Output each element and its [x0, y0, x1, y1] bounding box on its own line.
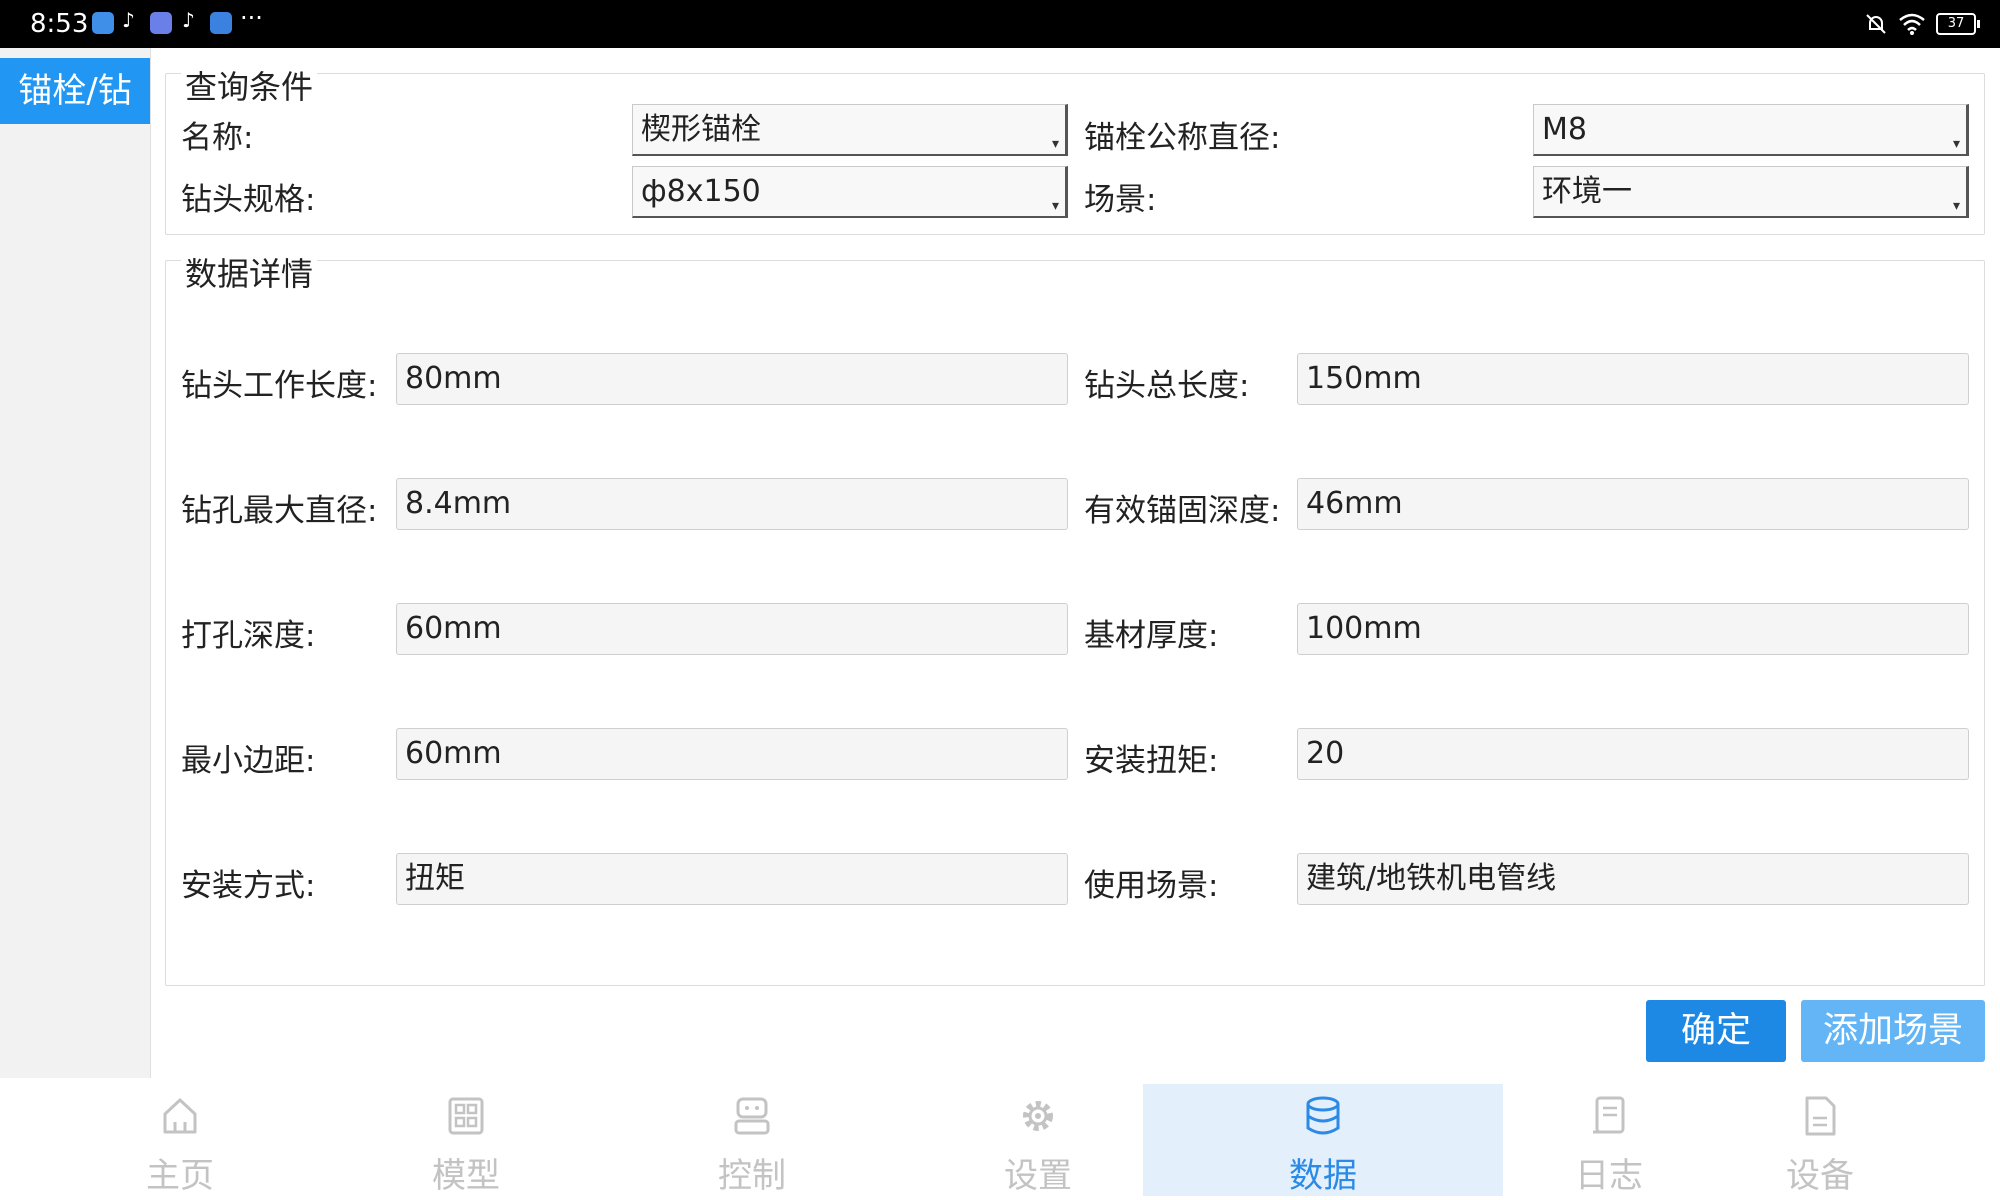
- wifi-icon: [1899, 13, 1925, 35]
- detail-value-field: 建筑/地铁机电管线: [1297, 853, 1969, 905]
- detail-label: 有效锚固深度:: [1084, 493, 1281, 529]
- detail-value-field: 80mm: [396, 353, 1068, 405]
- detail-value-field: 150mm: [1297, 353, 1969, 405]
- query-conditions-title: 查询条件: [181, 62, 318, 108]
- detail-label: 打孔深度:: [181, 618, 316, 654]
- name-select-value: 楔形锚栓: [641, 112, 761, 147]
- dropdown-arrow-icon: ▾: [1952, 198, 1960, 214]
- gear-icon: [1023, 1101, 1053, 1131]
- status-bar: 8:53 ♪ ♪ ··· 37: [0, 0, 2000, 48]
- home-icon: [163, 1098, 197, 1134]
- more-notifications-icon: ···: [240, 4, 263, 32]
- bottom-navigation: 主页 模型 控制 设置 数据 日志 设备: [0, 1078, 2000, 1200]
- grid-icon: [448, 1097, 484, 1135]
- mute-icon: [1866, 14, 1886, 34]
- tiktok-icon: ♪: [182, 8, 195, 32]
- dropdown-arrow-icon: ▾: [1051, 198, 1059, 214]
- detail-value-field: 100mm: [1297, 603, 1969, 655]
- detail-value-field: 60mm: [396, 728, 1068, 780]
- drill-spec-label: 钻头规格:: [181, 182, 316, 218]
- scene-select-value: 环境一: [1542, 174, 1632, 209]
- detail-value-field: 扭矩: [396, 853, 1068, 905]
- sidebar-tab-anchor-drill[interactable]: 锚栓/钻: [0, 58, 150, 124]
- detail-value-field: 8.4mm: [396, 478, 1068, 530]
- app-icon-blue: [92, 12, 114, 34]
- cloud-icon: [210, 12, 232, 34]
- confirm-button[interactable]: 确定: [1646, 1000, 1786, 1062]
- detail-label: 安装扭矩:: [1084, 743, 1219, 779]
- detail-label: 钻头总长度:: [1084, 368, 1250, 404]
- detail-label: 安装方式:: [181, 868, 316, 904]
- status-time: 8:53: [30, 9, 89, 39]
- detail-value-field: 46mm: [1297, 478, 1969, 530]
- device-icon: [1805, 1096, 1836, 1136]
- sidebar: 锚栓/钻: [0, 48, 151, 1078]
- dropdown-arrow-icon: ▾: [1051, 136, 1059, 152]
- diameter-select[interactable]: M8 ▾: [1533, 104, 1969, 156]
- diameter-label: 锚栓公称直径:: [1084, 120, 1281, 156]
- drill-spec-select[interactable]: ф8x150 ▾: [632, 166, 1068, 218]
- control-icon: [734, 1097, 770, 1135]
- dropdown-arrow-icon: ▾: [1952, 136, 1960, 152]
- name-label: 名称:: [181, 120, 254, 156]
- drill-spec-select-value: ф8x150: [641, 174, 761, 209]
- scene-select[interactable]: 环境一 ▾: [1533, 166, 1969, 218]
- detail-label: 基材厚度:: [1084, 618, 1219, 654]
- app-icon-music: [150, 12, 172, 34]
- data-details-title: 数据详情: [181, 249, 318, 295]
- nav-item-device[interactable]: 设备: [1640, 1084, 2000, 1196]
- detail-label: 钻头工作长度:: [181, 368, 378, 404]
- battery-icon: 37: [1936, 13, 1980, 35]
- detail-value-field: 60mm: [396, 603, 1068, 655]
- add-scene-button[interactable]: 添加场景: [1801, 1000, 1985, 1062]
- detail-label: 钻孔最大直径:: [181, 493, 378, 529]
- scene-label: 场景:: [1084, 182, 1157, 218]
- database-icon: [1306, 1096, 1340, 1135]
- diameter-select-value: M8: [1542, 112, 1587, 147]
- tiktok-icon: ♪: [122, 8, 135, 32]
- detail-value-field: 20: [1297, 728, 1969, 780]
- log-icon: [1593, 1096, 1625, 1134]
- name-select[interactable]: 楔形锚栓 ▾: [632, 104, 1068, 156]
- detail-label: 使用场景:: [1084, 868, 1219, 904]
- detail-label: 最小边距:: [181, 743, 316, 779]
- nav-label: 设备: [1786, 1156, 1854, 1196]
